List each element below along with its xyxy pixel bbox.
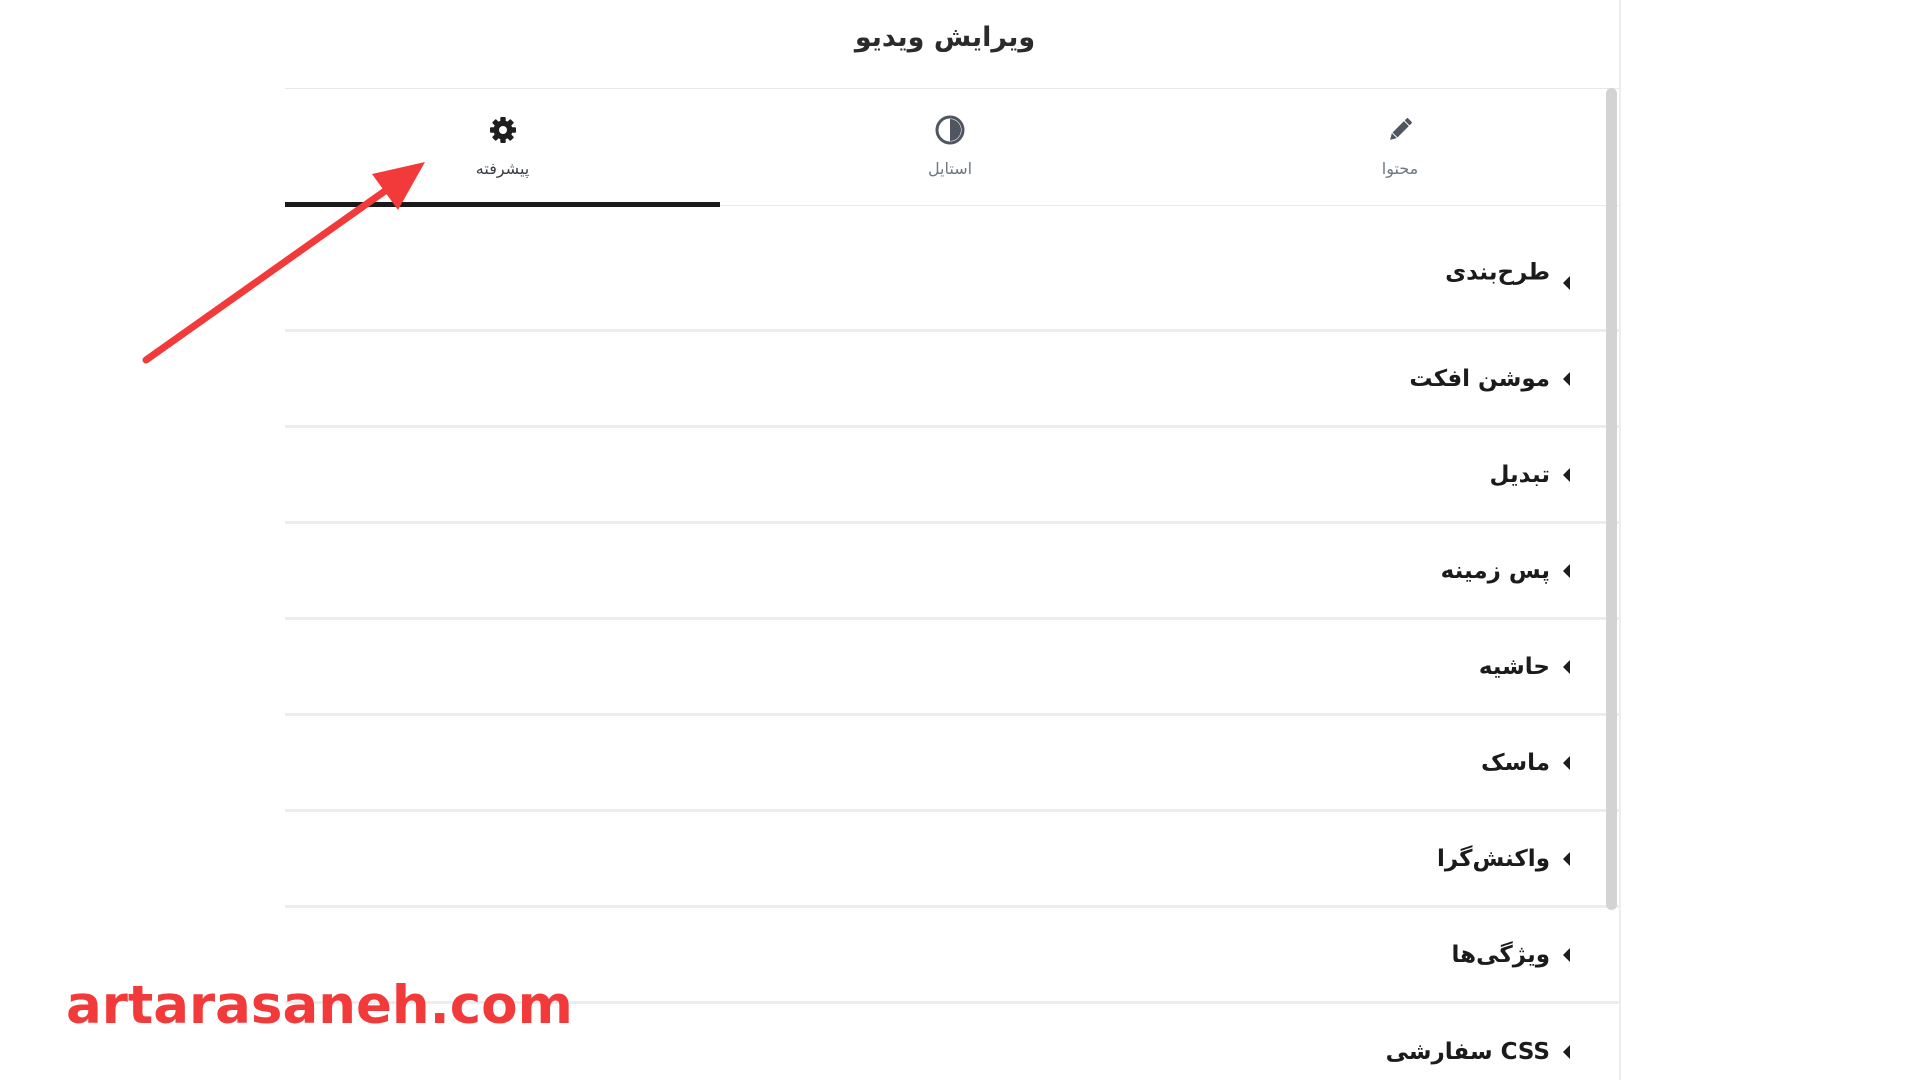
- tab-content[interactable]: محتوا: [1180, 89, 1620, 205]
- tab-style-label: استایل: [927, 159, 973, 178]
- settings-sections: طرح‌بندی موشن افکت تبدیل پس زمینه حاشیه …: [285, 206, 1620, 1080]
- section-transform[interactable]: تبدیل: [285, 428, 1620, 524]
- panel-scrollbar[interactable]: [1606, 88, 1617, 910]
- watermark-text: artarasaneh.com: [66, 975, 573, 1036]
- section-label: واکنش‌گرا: [1436, 845, 1550, 872]
- section-responsive[interactable]: واکنش‌گرا: [285, 812, 1620, 908]
- section-background[interactable]: پس زمینه: [285, 524, 1620, 620]
- pencil-icon: [1384, 114, 1416, 146]
- screenshot-stage: ویرایش ویدیو: [0, 0, 1920, 1080]
- section-mask[interactable]: ماسک: [285, 716, 1620, 812]
- section-label: ماسک: [1480, 749, 1550, 776]
- panel-title: ویرایش ویدیو: [854, 22, 1036, 53]
- contrast-icon: [934, 114, 966, 146]
- section-label: طرح‌بندی: [1445, 259, 1550, 286]
- section-layout[interactable]: طرح‌بندی: [285, 206, 1620, 332]
- caret-left-icon: [1563, 1045, 1570, 1059]
- caret-left-icon: [1563, 947, 1570, 962]
- caret-left-icon: [1563, 755, 1570, 770]
- section-border[interactable]: حاشیه: [285, 620, 1620, 716]
- gear-icon: [487, 114, 519, 146]
- caret-left-icon: [1563, 563, 1570, 578]
- section-motion-effects[interactable]: موشن افکت: [285, 332, 1620, 428]
- tab-advanced-label: پیشرفته: [475, 159, 530, 178]
- caret-left-icon: [1563, 659, 1570, 674]
- video-editor-panel: ویرایش ویدیو: [285, 0, 1620, 1080]
- section-label: پس زمینه: [1440, 557, 1550, 584]
- section-label: موشن افکت: [1409, 365, 1550, 392]
- section-label: حاشیه: [1478, 653, 1550, 680]
- section-label: ویژگی‌ها: [1451, 941, 1550, 968]
- tab-content-label: محتوا: [1381, 159, 1419, 178]
- tab-bar: پیشرفته استایل محتوا: [285, 88, 1620, 207]
- section-label: تبدیل: [1489, 461, 1550, 488]
- tab-advanced[interactable]: پیشرفته: [285, 89, 720, 207]
- panel-right-border: [1619, 0, 1621, 1080]
- caret-left-icon: [1563, 275, 1570, 290]
- caret-left-icon: [1563, 851, 1570, 866]
- caret-left-icon: [1563, 371, 1570, 386]
- caret-left-icon: [1563, 467, 1570, 482]
- section-label: CSS سفارشی: [1385, 1039, 1550, 1065]
- tab-style[interactable]: استایل: [720, 89, 1180, 205]
